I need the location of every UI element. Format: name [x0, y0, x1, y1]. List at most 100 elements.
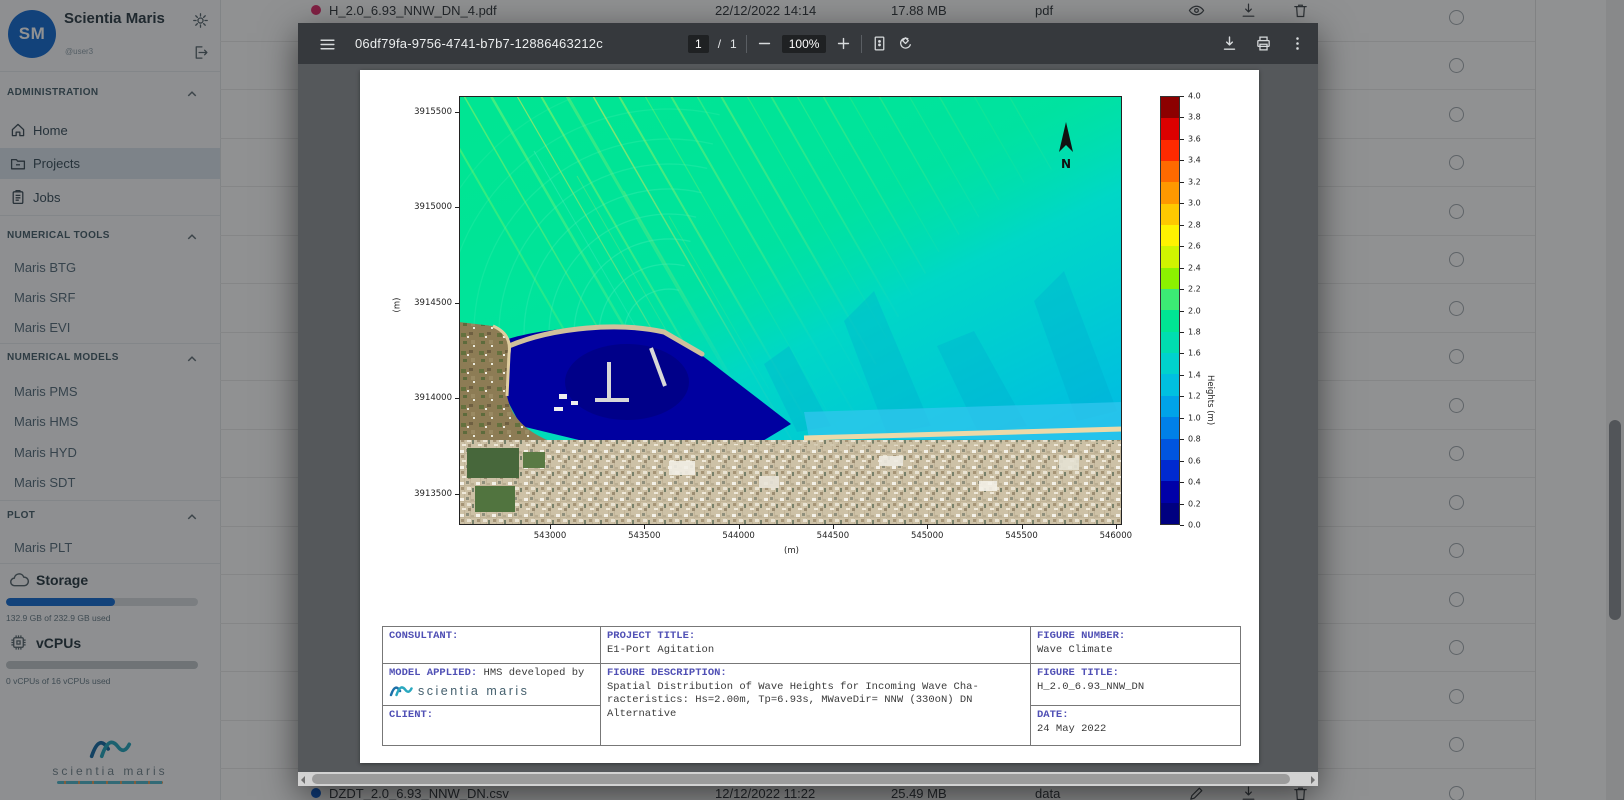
page-separator: /	[718, 37, 721, 51]
y-tick-mark	[455, 112, 459, 113]
download-icon[interactable]	[1221, 35, 1238, 52]
client-label: CLIENT:	[389, 709, 433, 721]
harbor-deep-water	[565, 344, 689, 420]
colorbar-segment	[1161, 140, 1179, 161]
y-tick-label: 3914500	[378, 298, 452, 308]
colorbar-segment	[1161, 353, 1179, 374]
scroll-left-arrow-icon[interactable]	[301, 776, 305, 784]
menu-hamburger-icon[interactable]	[319, 36, 336, 53]
colorbar-tick-mark	[1180, 225, 1184, 226]
toolbar-divider	[861, 35, 862, 53]
colorbar-tick-label: 2.2	[1188, 285, 1201, 294]
colorbar-tick-mark	[1180, 396, 1184, 397]
colorbar-tick-mark	[1180, 289, 1184, 290]
x-tick-mark	[833, 525, 834, 529]
y-tick-mark	[455, 303, 459, 304]
colorbar	[1160, 96, 1180, 525]
pdf-horizontal-scrollbar[interactable]	[298, 772, 1318, 786]
colorbar-tick-label: 0.6	[1188, 456, 1201, 465]
y-axis-unit: (m)	[392, 298, 402, 313]
pdf-toolbar: 06df79fa-9756-4741-b7b7-12886463212c 1 /…	[298, 23, 1318, 64]
zoom-in-icon[interactable]	[835, 35, 852, 52]
y-tick-label: 3915000	[378, 202, 452, 212]
colorbar-segment	[1161, 118, 1179, 139]
y-tick-mark	[455, 494, 459, 495]
colorbar-tick-label: 2.4	[1188, 263, 1201, 272]
colorbar-tick-label: 0.8	[1188, 435, 1201, 444]
x-tick-mark	[1116, 525, 1117, 529]
toolbar-divider	[746, 35, 747, 53]
print-icon[interactable]	[1255, 35, 1272, 52]
colorbar-tick-mark	[1180, 203, 1184, 204]
colorbar-tick-mark	[1180, 332, 1184, 333]
y-tick-label: 3914000	[378, 393, 452, 403]
colorbar-tick-label: 2.6	[1188, 242, 1201, 251]
colorbar-segment	[1161, 246, 1179, 267]
x-tick-label: 545000	[911, 531, 943, 541]
x-tick-label: 544000	[722, 531, 754, 541]
scroll-right-arrow-icon[interactable]	[1311, 776, 1315, 784]
colorbar-tick-label: 3.2	[1188, 177, 1201, 186]
colorbar-segment	[1161, 503, 1179, 524]
model-applied-value: HMS developed by	[477, 667, 584, 679]
scientia-maris-logo-icon	[389, 684, 413, 697]
colorbar-segment	[1161, 310, 1179, 331]
figure-description-label: FIGURE DESCRIPTION:	[607, 667, 727, 679]
north-label: N	[1061, 157, 1071, 171]
pdf-horizontal-scrollbar-thumb[interactable]	[312, 774, 1290, 784]
colorbar-tick-label: 1.8	[1188, 327, 1201, 336]
colorbar-tick-mark	[1180, 375, 1184, 376]
document-title: 06df79fa-9756-4741-b7b7-12886463212c	[355, 36, 603, 51]
colorbar-tick-mark	[1180, 311, 1184, 312]
page-total: 1	[730, 37, 737, 51]
figure-title-value: H_2.0_6.93_NNW_DN	[1037, 681, 1144, 693]
date-value: 24 May 2022	[1037, 723, 1106, 735]
colorbar-segment	[1161, 204, 1179, 225]
figure-info-table: CONSULTANT: PROJECT TITLE: E1-Port Agita…	[382, 626, 1241, 746]
x-tick-label: 544500	[817, 531, 849, 541]
x-tick-mark	[644, 525, 645, 529]
colorbar-tick-mark	[1180, 96, 1184, 97]
colorbar-segment	[1161, 182, 1179, 203]
colorbar-segment	[1161, 460, 1179, 481]
page-number-input[interactable]: 1	[688, 35, 709, 53]
page-zoom-controls: 1 / 1 100%	[688, 23, 914, 64]
colorbar-segment	[1161, 332, 1179, 353]
colorbar-tick-label: 0.0	[1188, 521, 1201, 530]
colorbar-segment	[1161, 268, 1179, 289]
x-tick-label: 546000	[1100, 531, 1132, 541]
colorbar-tick-mark	[1180, 268, 1184, 269]
colorbar-tick-mark	[1180, 353, 1184, 354]
colorbar-segment	[1161, 481, 1179, 502]
fit-page-icon[interactable]	[871, 35, 888, 52]
colorbar-tick-label: 0.4	[1188, 478, 1201, 487]
colorbar-segment	[1161, 374, 1179, 395]
kebab-menu-icon[interactable]	[1289, 35, 1306, 52]
city-land	[459, 440, 1122, 525]
model-logo-text: scientia maris	[418, 683, 529, 699]
figure-number-cell: FIGURE NUMBER: Wave Climate	[1031, 627, 1241, 664]
zoom-level[interactable]: 100%	[782, 35, 827, 53]
colorbar-tick-label: 3.0	[1188, 199, 1201, 208]
colorbar-tick-label: 1.0	[1188, 413, 1201, 422]
figure-description-cell: FIGURE DESCRIPTION: Spatial Distribution…	[601, 664, 1031, 746]
wave-height-map: N	[459, 96, 1122, 525]
x-tick-mark	[927, 525, 928, 529]
colorbar-segment	[1161, 161, 1179, 182]
colorbar-segment	[1161, 97, 1179, 118]
colorbar-tick-label: 1.6	[1188, 349, 1201, 358]
colorbar-tick-label: 1.2	[1188, 392, 1201, 401]
figure-title-label: FIGURE TITLE:	[1037, 667, 1119, 679]
pdf-viewer-canvas[interactable]: N 54300054350054400054450054500054550054…	[298, 64, 1318, 772]
colorbar-segment	[1161, 396, 1179, 417]
zoom-out-icon[interactable]	[756, 35, 773, 52]
colorbar-tick-mark	[1180, 182, 1184, 183]
figure-number-label: FIGURE NUMBER:	[1037, 630, 1125, 642]
rotate-icon[interactable]	[897, 35, 914, 52]
model-applied-label: MODEL APPLIED:	[389, 667, 477, 679]
consultant-cell: CONSULTANT:	[383, 627, 601, 664]
project-title-cell: PROJECT TITLE: E1-Port Agitation	[601, 627, 1031, 664]
colorbar-tick-mark	[1180, 246, 1184, 247]
colorbar-tick-mark	[1180, 525, 1184, 526]
y-tick-label: 3913500	[378, 489, 452, 499]
